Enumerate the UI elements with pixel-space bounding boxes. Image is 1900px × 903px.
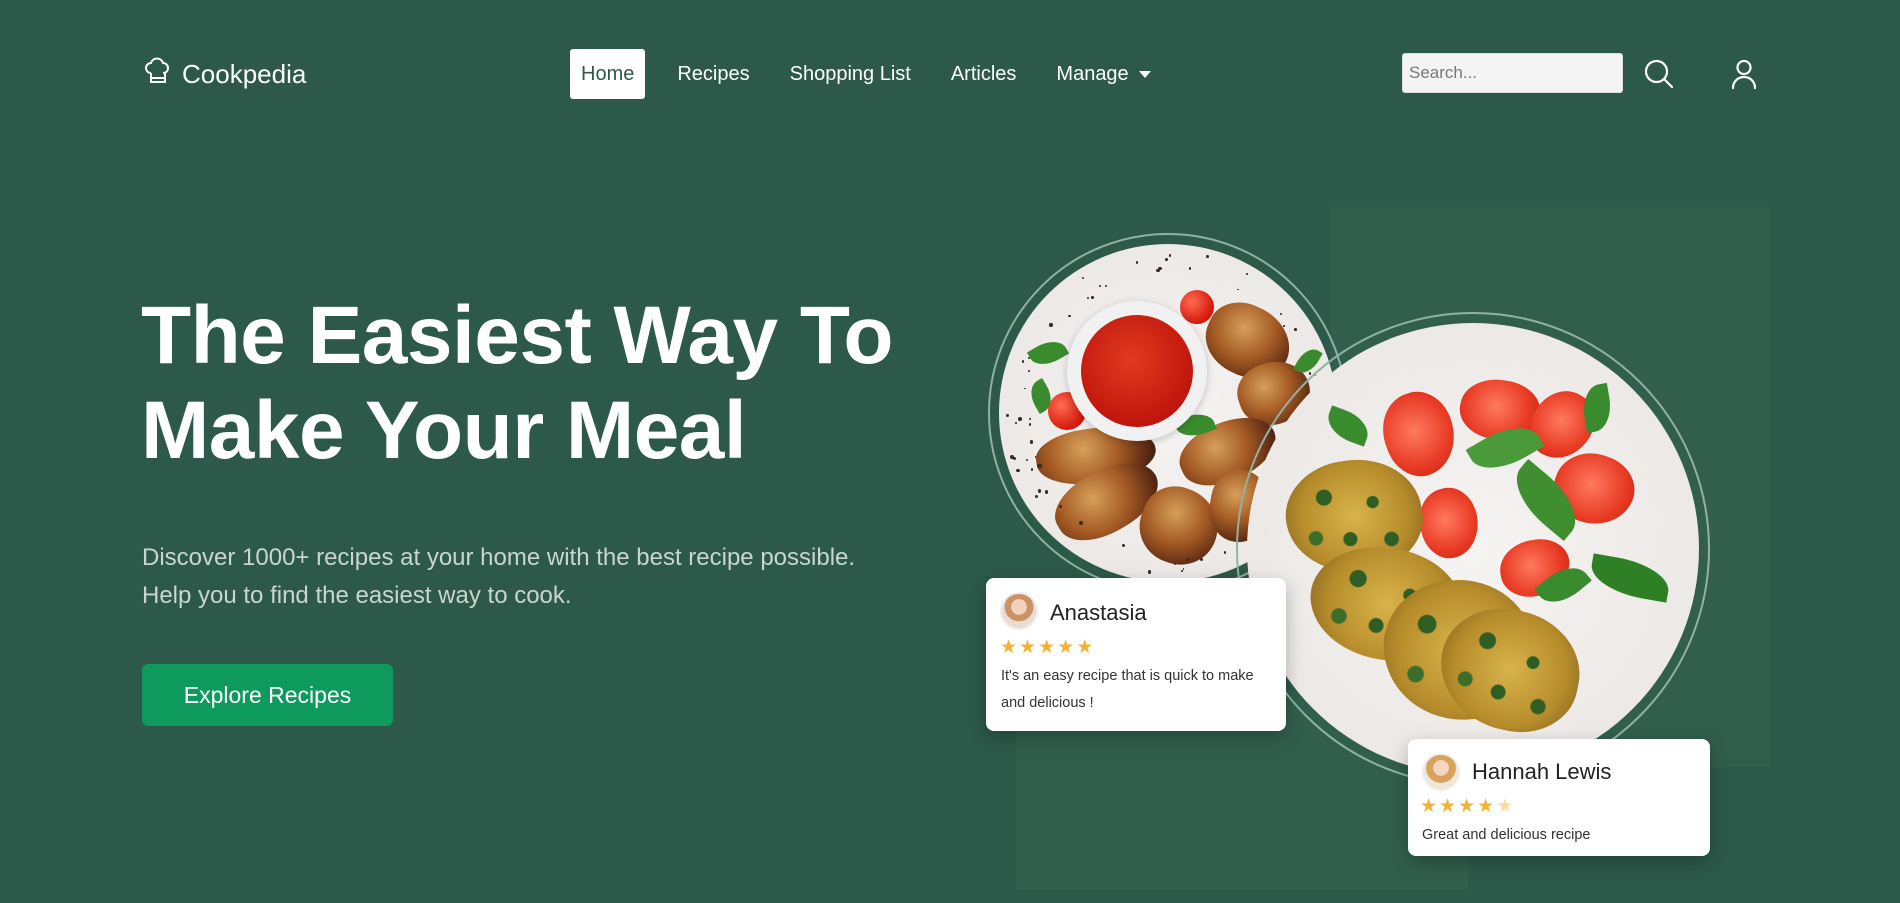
hero-description-line-2: Help you to find the easiest way to cook… [142, 582, 572, 609]
plate-speckle [1028, 423, 1032, 426]
plate-speckle [1023, 387, 1026, 390]
plate-speckle [1236, 288, 1239, 291]
plate-speckle [1136, 261, 1139, 264]
plate-speckle [1037, 489, 1041, 493]
search-input[interactable] [1402, 53, 1623, 93]
plate-speckle [1121, 543, 1125, 547]
star-icon: ★ [1458, 796, 1476, 817]
plate-speckle [1157, 266, 1162, 271]
plate-speckle [1091, 296, 1094, 299]
plate-speckle [1049, 323, 1053, 327]
plate-speckle [1058, 504, 1062, 508]
main-nav: Home Recipes Shopping List Articles Mana… [570, 49, 1171, 99]
nav-recipes[interactable]: Recipes [657, 49, 769, 99]
hero-description: Discover 1000+ recipes at your home with… [142, 539, 922, 615]
plate-speckle [1009, 455, 1014, 459]
star-icon: ★ [1439, 796, 1457, 817]
plate-speckle [1068, 314, 1071, 318]
plate-speckle [1027, 370, 1030, 373]
star-icon: ★ [1000, 637, 1018, 658]
plate-speckle [1294, 328, 1297, 331]
brand-name: Cookpedia [182, 59, 307, 89]
review-card: Anastasia ★ ★ ★ ★ ★ It's an easy recipe … [986, 578, 1286, 731]
cherry-tomato [1180, 290, 1214, 324]
review-card: Hannah Lewis ★ ★ ★ ★ ★ Great and delicio… [1408, 739, 1710, 856]
plate-speckle [1283, 325, 1285, 327]
user-icon[interactable] [1729, 58, 1759, 90]
page: Cookpedia Home Recipes Shopping List Art… [0, 0, 1900, 903]
reviewer-name: Anastasia [1050, 600, 1147, 625]
plate-speckle [1081, 276, 1084, 279]
avatar [1422, 753, 1460, 791]
brand-logo[interactable]: Cookpedia [143, 56, 306, 93]
star-icon: ★ [1477, 796, 1495, 817]
plate-speckle [1018, 416, 1023, 421]
review-text: It's an easy recipe that is quick to mak… [1001, 668, 1254, 711]
star-rating: ★ ★ ★ ★ ★ [1420, 797, 1513, 816]
nav-recipes-label: Recipes [677, 62, 750, 85]
star-icon: ★ [1057, 637, 1075, 658]
plate-speckle [1037, 464, 1042, 469]
nav-shopping-list[interactable]: Shopping List [770, 49, 931, 99]
avatar [1000, 592, 1038, 630]
plate-speckle [1034, 456, 1037, 458]
nav-shopping-list-label: Shopping List [789, 62, 911, 85]
explore-recipes-button[interactable]: Explore Recipes [142, 664, 393, 726]
plate-speckle [1205, 255, 1209, 258]
star-icon: ★ [1076, 637, 1094, 658]
star-icon: ★ [1019, 637, 1037, 658]
star-icon: ★ [1038, 637, 1056, 658]
search-icon[interactable] [1643, 58, 1675, 90]
nav-home[interactable]: Home [570, 49, 646, 99]
hero-title-line-1: The Easiest Way To [141, 290, 893, 381]
plate-speckle [1027, 357, 1030, 360]
plate-speckle [1245, 272, 1248, 275]
star-icon: ★ [1420, 796, 1438, 817]
star-half-icon: ★ [1496, 796, 1514, 817]
plate-speckle [1044, 490, 1049, 494]
nav-articles-label: Articles [950, 62, 1017, 85]
chef-hat-icon [143, 56, 173, 93]
nav-articles[interactable]: Articles [931, 49, 1037, 99]
nav-home-label: Home [581, 62, 635, 85]
hero-title-line-2: Make Your Meal [141, 385, 747, 476]
nav-manage-dropdown[interactable]: Manage [1036, 49, 1170, 99]
plate-speckle [1181, 570, 1183, 572]
caret-down-icon [1138, 70, 1151, 78]
plate-speckle [1079, 521, 1083, 525]
plate-speckle [1025, 458, 1028, 461]
hero-title: The Easiest Way To Make Your Meal [141, 288, 893, 478]
star-rating: ★ ★ ★ ★ ★ [1000, 638, 1093, 657]
hero-description-line-1: Discover 1000+ recipes at your home with… [142, 544, 856, 571]
plate-speckle [1029, 440, 1033, 444]
review-text: Great and delicious recipe [1422, 827, 1591, 843]
plate-speckle [1016, 468, 1020, 472]
sauce-bowl [1067, 301, 1207, 441]
nav-manage-label: Manage [1056, 62, 1129, 85]
reviewer-name: Hannah Lewis [1472, 759, 1612, 784]
plate-speckle [1035, 494, 1039, 498]
